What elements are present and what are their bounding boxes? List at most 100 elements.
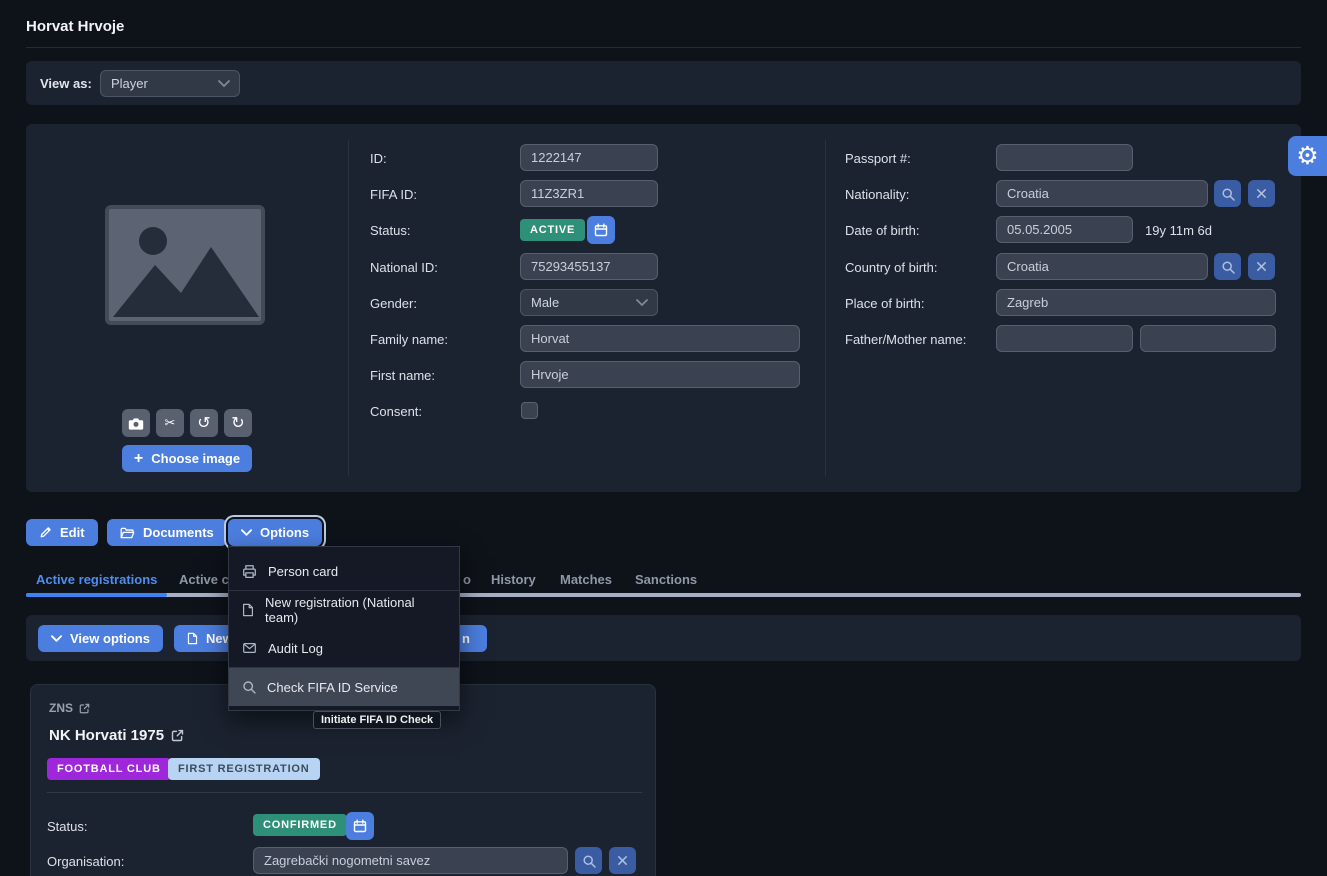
plus-icon: + — [134, 450, 143, 468]
fifa-id-label: FIFA ID: — [370, 187, 417, 202]
family-name-input[interactable] — [520, 325, 800, 352]
family-name-label: Family name: — [370, 332, 448, 347]
mother-name-input[interactable] — [1140, 325, 1276, 352]
title-divider — [26, 47, 1301, 48]
tab-sanctions[interactable]: Sanctions — [635, 572, 697, 587]
search-icon — [1221, 260, 1235, 274]
view-as-select[interactable]: Player — [100, 70, 240, 97]
nationality-input[interactable] — [996, 180, 1208, 207]
gender-select[interactable]: Male — [520, 289, 658, 316]
menu-item-check-fifa-id-service[interactable]: Check FIFA ID Service — [229, 668, 459, 706]
card-status-history-button[interactable] — [346, 812, 374, 840]
edit-label: Edit — [60, 525, 85, 540]
org-code-link[interactable]: ZNS — [49, 701, 90, 715]
id-input[interactable] — [520, 144, 658, 171]
club-name: NK Horvati 1975 — [49, 727, 164, 744]
passport-label: Passport #: — [845, 151, 911, 166]
consent-label: Consent: — [370, 404, 422, 419]
search-icon — [242, 680, 256, 694]
status-history-button[interactable] — [587, 216, 615, 244]
tab-active-registrations[interactable]: Active registrations — [36, 572, 157, 587]
envelope-icon — [242, 642, 257, 654]
card-status-badge: CONFIRMED — [253, 814, 347, 836]
organisation-label: Organisation: — [47, 854, 124, 869]
settings-gear-button[interactable]: ⚙ — [1288, 136, 1327, 176]
gender-value: Male — [531, 295, 559, 310]
edit-button[interactable]: Edit — [26, 519, 98, 546]
chevron-down-icon — [218, 80, 230, 87]
club-link[interactable]: NK Horvati 1975 — [49, 727, 184, 744]
image-placeholder-icon — [109, 209, 261, 321]
place-of-birth-input[interactable] — [996, 289, 1276, 316]
rotate-right-icon: ↻ — [231, 413, 244, 433]
options-menu: Person card New registration (National t… — [228, 546, 460, 711]
menu-item-new-registration-national-team[interactable]: New registration (National team) — [229, 591, 459, 629]
tab-underline-track — [26, 593, 1301, 597]
org-code: ZNS — [49, 701, 73, 715]
view-as-panel: View as: Player — [26, 61, 1301, 105]
age-text: 19y 11m 6d — [1145, 223, 1212, 238]
organisation-input[interactable] — [253, 847, 568, 874]
external-link-icon — [79, 703, 90, 714]
close-icon — [617, 855, 628, 866]
organisation-clear-button[interactable] — [609, 847, 636, 874]
crop-button[interactable]: ✂ — [156, 409, 184, 437]
close-icon — [1256, 261, 1267, 272]
photo-placeholder — [105, 205, 265, 325]
country-of-birth-clear-button[interactable] — [1248, 253, 1275, 280]
nationality-search-button[interactable] — [1214, 180, 1241, 207]
tab-partially-hidden-right[interactable]: o — [463, 572, 471, 587]
first-name-input[interactable] — [520, 361, 800, 388]
view-options-label: View options — [70, 631, 150, 646]
calendar-icon — [594, 223, 608, 237]
close-icon — [1256, 188, 1267, 199]
tab-partially-hidden-left[interactable]: Active c — [179, 572, 229, 587]
tab-matches[interactable]: Matches — [560, 572, 612, 587]
search-icon — [1221, 187, 1235, 201]
dob-input[interactable] — [996, 216, 1133, 243]
country-of-birth-input[interactable] — [996, 253, 1208, 280]
documents-button[interactable]: Documents — [107, 519, 227, 546]
choose-image-button[interactable]: + Choose image — [122, 445, 252, 472]
profile-panel: ✂ ↺ ↻ + Choose image ID: FIFA ID: Status… — [26, 124, 1301, 492]
rotate-left-icon: ↺ — [197, 413, 210, 433]
options-label: Options — [260, 525, 309, 540]
father-name-input[interactable] — [996, 325, 1133, 352]
organisation-search-button[interactable] — [575, 847, 602, 874]
chevron-down-icon — [51, 635, 62, 642]
registrations-toolbar: View options New n — [26, 615, 1301, 661]
camera-button[interactable] — [122, 409, 150, 437]
fifa-id-input[interactable] — [520, 180, 658, 207]
options-button[interactable]: Options — [228, 519, 322, 546]
nationality-clear-button[interactable] — [1248, 180, 1275, 207]
passport-input[interactable] — [996, 144, 1133, 171]
column-divider — [348, 140, 349, 476]
nationality-label: Nationality: — [845, 187, 909, 202]
rotate-right-button[interactable]: ↻ — [224, 409, 252, 437]
menu-item-person-card[interactable]: Person card — [229, 552, 459, 590]
card-status-label: Status: — [47, 819, 87, 834]
place-of-birth-label: Place of birth: — [845, 296, 925, 311]
menu-item-audit-log[interactable]: Audit Log — [229, 629, 459, 667]
national-id-input[interactable] — [520, 253, 658, 280]
consent-checkbox[interactable] — [521, 402, 538, 419]
calendar-icon — [353, 819, 367, 833]
view-options-button[interactable]: View options — [38, 625, 163, 652]
rotate-left-button[interactable]: ↺ — [190, 409, 218, 437]
country-of-birth-search-button[interactable] — [1214, 253, 1241, 280]
printer-icon — [242, 564, 257, 579]
menu-item-label: Audit Log — [268, 641, 323, 656]
partially-hidden-button-label: n — [462, 631, 470, 646]
menu-item-label: Check FIFA ID Service — [267, 680, 398, 695]
gear-icon: ⚙ — [1296, 141, 1318, 171]
file-icon — [242, 603, 254, 617]
first-name-label: First name: — [370, 368, 435, 383]
country-of-birth-label: Country of birth: — [845, 260, 938, 275]
menu-item-label: New registration (National team) — [265, 595, 446, 625]
club-type-badge: FOOTBALL CLUB — [47, 758, 171, 780]
tab-history[interactable]: History — [491, 572, 536, 587]
card-divider — [47, 792, 642, 793]
status-label: Status: — [370, 223, 410, 238]
file-icon — [187, 632, 198, 645]
choose-image-label: Choose image — [151, 451, 240, 466]
